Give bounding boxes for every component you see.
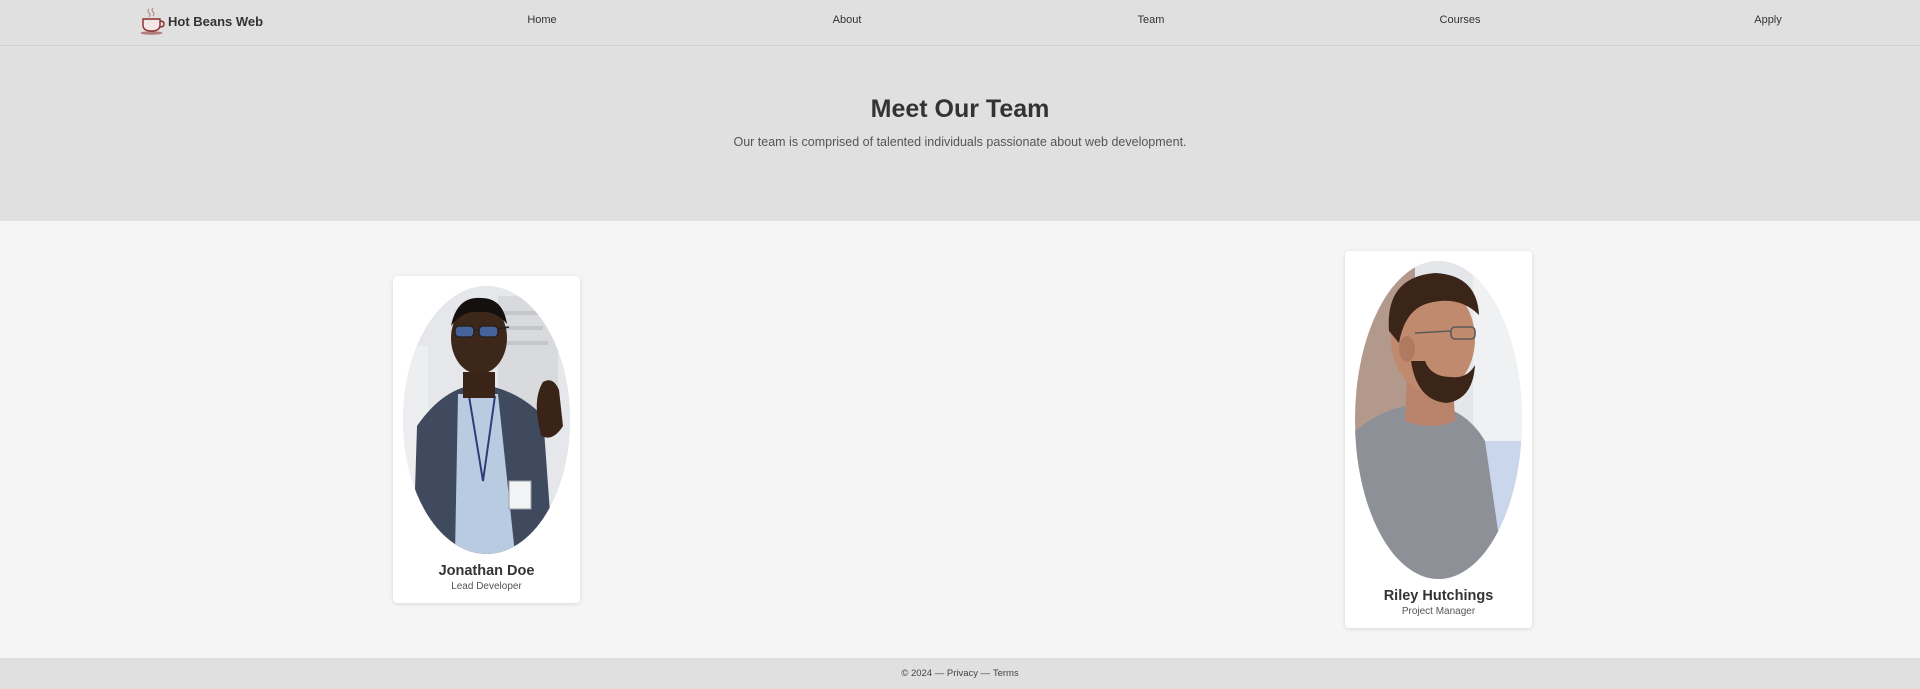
hero-section: Meet Our Team Our team is comprised of t… [0,46,1920,221]
nav-link-about[interactable]: About [833,14,862,26]
nav-link-home[interactable]: Home [527,14,556,26]
team-member-photo [403,286,570,554]
copyright-text: © 2024 [901,668,933,679]
brand-home-link[interactable]: Hot Beans Web [138,6,263,36]
team-member-role: Lead Developer [451,581,522,592]
footer-separator: — [978,668,993,679]
team-member-role: Project Manager [1401,606,1476,617]
coffee-cup-icon [140,7,165,35]
terms-link[interactable]: Terms [993,668,1019,679]
team-member-name: Jonathan Doe [438,563,535,579]
team-member-name: Riley Hutchings [1383,588,1494,604]
page-subtitle: Our team is comprised of talented indivi… [733,135,1187,149]
nav-link-courses[interactable]: Courses [1440,14,1481,26]
team-member-card: Jonathan Doe Lead Developer [393,276,580,603]
nav-link-apply[interactable]: Apply [1754,14,1782,26]
team-member-card: Riley Hutchings Project Manager [1345,251,1532,628]
team-member-photo [1355,261,1522,579]
footer-separator: — [932,668,947,679]
nav-link-team[interactable]: Team [1138,14,1165,26]
brand-name: Hot Beans Web [168,13,264,29]
page-title: Meet Our Team [870,95,1050,123]
top-navbar: Hot Beans Web Home About Team Courses Ap… [0,0,1920,46]
privacy-link[interactable]: Privacy [947,668,978,679]
page-footer: © 2024 — Privacy — Terms [0,658,1920,689]
